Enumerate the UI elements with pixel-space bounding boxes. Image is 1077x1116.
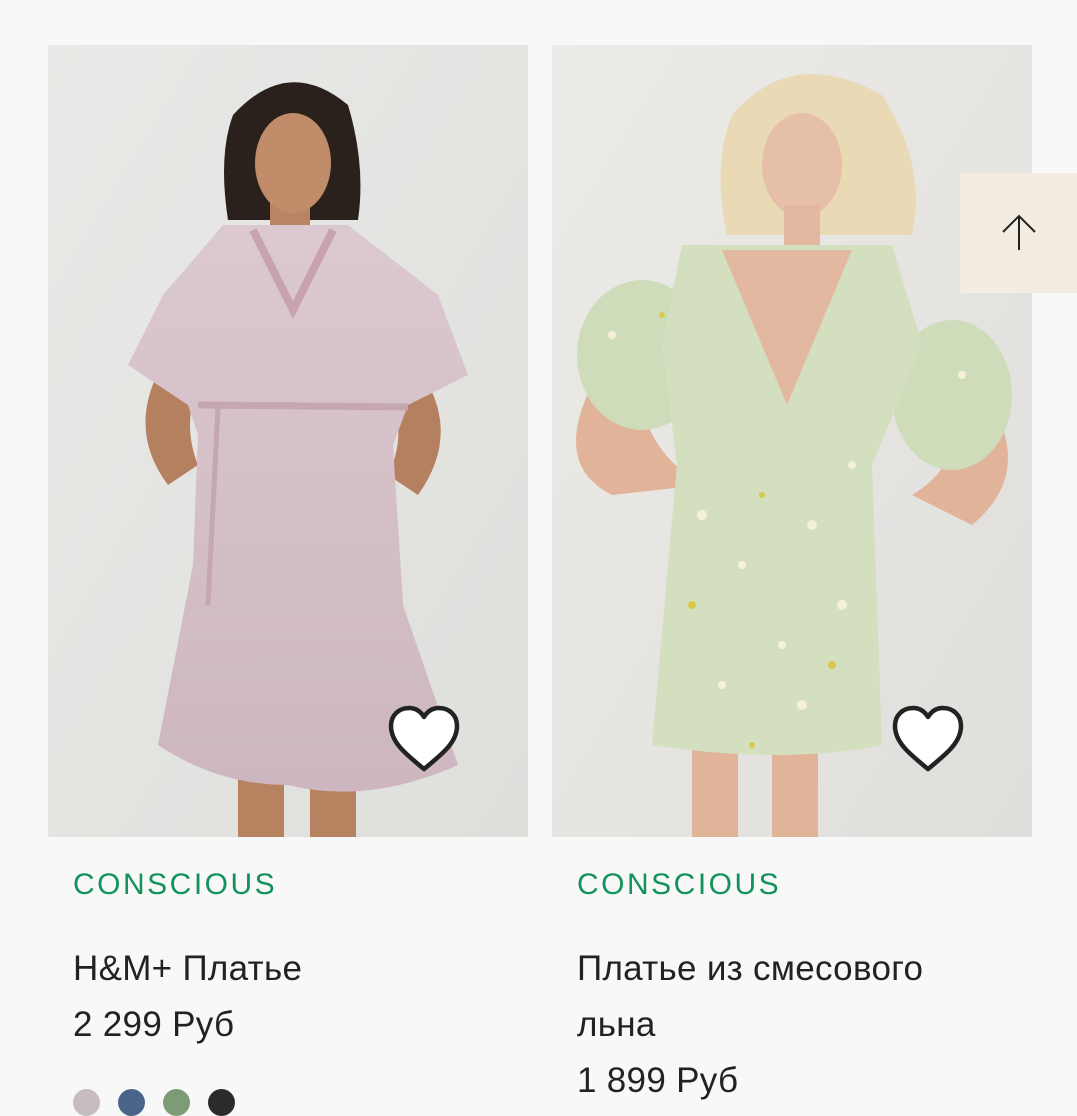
product-price: 1 899 Руб [577, 1061, 739, 1100]
conscious-badge: CONSCIOUS [577, 868, 782, 901]
product-name[interactable]: H&M+ Платье [73, 941, 493, 997]
product-image[interactable] [48, 45, 528, 837]
product-image[interactable] [552, 45, 1032, 837]
product-name[interactable]: Платье из смесового льна [577, 941, 997, 1053]
product-price: 2 299 Руб [73, 1005, 235, 1044]
scroll-to-top-button[interactable] [960, 173, 1077, 293]
color-swatch[interactable] [208, 1089, 235, 1116]
conscious-badge: CONSCIOUS [73, 868, 278, 901]
heart-icon [892, 705, 964, 772]
color-swatch[interactable] [73, 1089, 100, 1116]
product-card[interactable]: CONSCIOUS H&M+ Платье 2 299 Руб [48, 45, 528, 1116]
add-to-favorites-button[interactable] [387, 705, 461, 773]
add-to-favorites-button[interactable] [891, 705, 965, 773]
arrow-up-icon [1001, 214, 1036, 250]
color-swatches [73, 1089, 528, 1116]
heart-icon [388, 705, 460, 772]
color-swatch[interactable] [163, 1089, 190, 1116]
color-swatch[interactable] [118, 1089, 145, 1116]
